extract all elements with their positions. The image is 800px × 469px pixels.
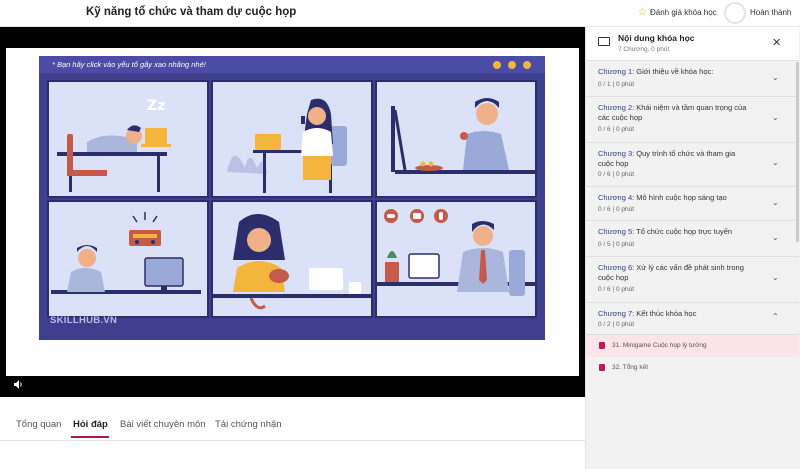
chapter-title: Chương 5: Tổ chức cuộc họp trực tuyến (598, 227, 733, 236)
chapter-6[interactable]: Chương 6: Xử lý các vấn đề phát sinh tro… (586, 257, 799, 303)
lesson-label: 32. Tổng kết (612, 364, 649, 371)
chapter-title: Chương 6: Xử lý các vấn đề phát sinh tro… (598, 263, 744, 282)
tab-overview[interactable]: Tổng quan (16, 419, 61, 430)
sidebar-subtitle: 7 Chương, 0 phút (618, 46, 670, 53)
close-icon[interactable]: ✕ (772, 36, 781, 49)
video-tile-woman-phone[interactable] (211, 80, 373, 198)
chevron-down-icon: ⌄ (772, 158, 779, 167)
slide-dot-icon (523, 61, 531, 69)
lesson-icon (599, 364, 605, 371)
chevron-down-icon: ⌄ (772, 198, 779, 207)
progress-ring-icon (724, 2, 746, 24)
chevron-down-icon: ⌄ (772, 273, 779, 282)
sidebar-scrollbar[interactable] (796, 62, 799, 242)
laptop-icon (598, 37, 610, 46)
chevron-up-icon: ⌃ (772, 312, 779, 321)
slide-header: * Bạn hãy click vào yếu tố gây xao nhãng… (39, 56, 545, 73)
chapter-meta: 0 / 6 | 0 phút (598, 206, 635, 213)
slide-dot-icon (493, 61, 501, 69)
chevron-down-icon: ⌄ (772, 73, 779, 82)
course-title: Kỹ năng tổ chức và tham dự cuộc họp (86, 6, 297, 18)
chapter-meta: 0 / 1 | 0 phút (598, 81, 635, 88)
video-slide[interactable]: * Bạn hãy click vào yếu tố gây xao nhãng… (39, 56, 545, 340)
watermark: SKILLHUB.VN (50, 315, 118, 326)
lesson-item-32[interactable]: 32. Tổng kết (586, 357, 799, 379)
chapter-meta: 0 / 6 | 0 phút (598, 171, 635, 178)
rate-course-button[interactable]: ☆ Đánh giá khóa học (638, 7, 717, 18)
video-tile-man-radio[interactable] (47, 200, 209, 318)
chapter-title: Chương 1: Giới thiệu về khóa học: (598, 67, 714, 76)
chapter-4[interactable]: Chương 4: Mô hình cuộc họp sáng tạo 0 / … (586, 187, 799, 221)
svg-text:Zz: Zz (147, 98, 165, 114)
sidebar-title: Nội dung khóa học (618, 33, 695, 43)
tab-certificate[interactable]: Tải chứng nhận (215, 419, 282, 430)
chapter-meta: 0 / 6 | 0 phút (598, 286, 635, 293)
lesson-icon (599, 342, 605, 349)
chapter-1[interactable]: Chương 1: Giới thiệu về khóa học: 0 / 1 … (586, 61, 799, 97)
top-bar: Kỹ năng tổ chức và tham dự cuộc họp ☆ Đá… (0, 0, 800, 27)
rate-course-label: Đánh giá khóa học (649, 8, 717, 17)
lesson-item-31[interactable]: 31. Minigame Cuộc họp lý tưởng (586, 335, 799, 357)
volume-icon[interactable] (14, 380, 24, 391)
chapter-title: Chương 2: Khái niệm và tầm quan trọng củ… (598, 103, 747, 122)
chapter-meta: 0 / 5 | 0 phút (598, 241, 635, 248)
video-tile-sleeping-person[interactable]: Zz (47, 80, 209, 198)
chapter-title: Chương 7: Kết thúc khóa học (598, 309, 697, 318)
chapter-meta: 0 / 6 | 0 phút (598, 126, 635, 133)
chapter-3[interactable]: Chương 3: Quy trình tổ chức và tham gia … (586, 143, 799, 187)
tab-articles[interactable]: Bài viết chuyên môn (120, 419, 206, 430)
lesson-label: 31. Minigame Cuộc họp lý tưởng (612, 342, 707, 349)
star-icon: ☆ (638, 7, 647, 18)
chapter-7[interactable]: Chương 7: Kết thúc khóa học 0 / 2 | 0 ph… (586, 303, 799, 335)
video-tile-man-eating[interactable] (375, 80, 537, 198)
tab-qa[interactable]: Hỏi đáp (73, 419, 108, 430)
course-content-sidebar: Nội dung khóa học 7 Chương, 0 phút ✕ Chư… (585, 27, 800, 469)
complete-button[interactable]: Hoàn thành (750, 8, 791, 17)
chevron-down-icon: ⌄ (772, 113, 779, 122)
chapter-5[interactable]: Chương 5: Tổ chức cuộc họp trực tuyến 0 … (586, 221, 799, 257)
slide-dot-icon (508, 61, 516, 69)
chevron-down-icon: ⌄ (772, 233, 779, 242)
active-tab-indicator (71, 436, 109, 438)
chapter-2[interactable]: Chương 2: Khái niệm và tầm quan trọng củ… (586, 97, 799, 143)
video-tile-man-suit[interactable] (375, 200, 537, 318)
sidebar-header: Nội dung khóa học 7 Chương, 0 phút ✕ (586, 27, 799, 61)
course-tabs: Tổng quan Hỏi đáp Bài viết chuyên môn Tả… (0, 400, 585, 441)
chapter-title: Chương 4: Mô hình cuộc họp sáng tạo (598, 193, 727, 202)
chapter-title: Chương 3: Quy trình tổ chức và tham gia … (598, 149, 736, 168)
chapter-meta: 0 / 2 | 0 phút (598, 321, 635, 328)
slide-instruction: * Bạn hãy click vào yếu tố gây xao nhãng… (52, 60, 206, 69)
video-tile-woman-cat[interactable] (211, 200, 373, 318)
